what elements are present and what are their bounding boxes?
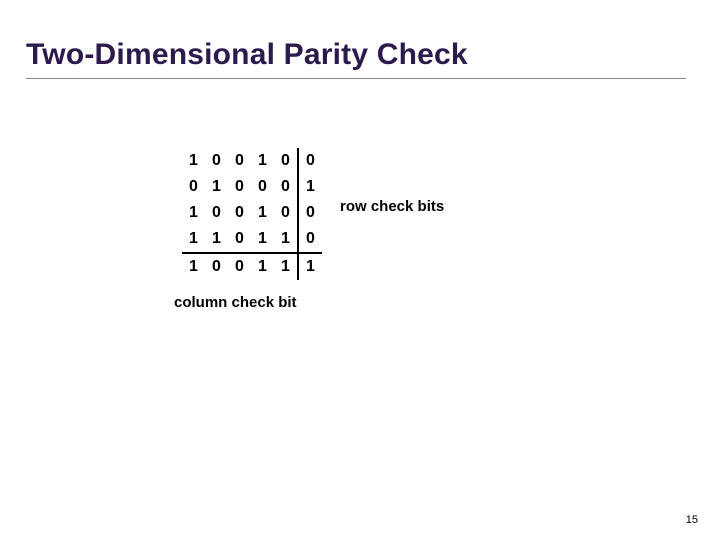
data-cell: 0 bbox=[274, 174, 298, 200]
table-row: 0 1 0 0 0 1 bbox=[182, 174, 322, 200]
data-cell: 1 bbox=[251, 148, 274, 174]
data-cell: 0 bbox=[228, 200, 251, 226]
parity-table: 1 0 0 1 0 0 0 1 0 0 0 1 1 0 0 1 0 0 1 1 … bbox=[182, 148, 322, 280]
data-cell: 0 bbox=[251, 174, 274, 200]
corner-parity-cell: 1 bbox=[298, 253, 322, 280]
column-check-label: column check bit bbox=[174, 294, 297, 311]
parity-grid: 1 0 0 1 0 0 0 1 0 0 0 1 1 0 0 1 0 0 1 1 … bbox=[182, 148, 322, 280]
data-cell: 1 bbox=[251, 226, 274, 253]
data-cell: 0 bbox=[205, 200, 228, 226]
title-underline bbox=[26, 78, 686, 79]
data-cell: 0 bbox=[274, 148, 298, 174]
table-row: 1 1 0 1 1 0 bbox=[182, 226, 322, 253]
data-cell: 1 bbox=[274, 226, 298, 253]
data-cell: 0 bbox=[228, 226, 251, 253]
row-parity-cell: 0 bbox=[298, 148, 322, 174]
col-parity-cell: 1 bbox=[274, 253, 298, 280]
table-row: 1 0 0 1 0 0 bbox=[182, 200, 322, 226]
data-cell: 0 bbox=[228, 148, 251, 174]
data-cell: 1 bbox=[251, 200, 274, 226]
data-cell: 1 bbox=[182, 148, 205, 174]
data-cell: 0 bbox=[274, 200, 298, 226]
col-parity-cell: 0 bbox=[228, 253, 251, 280]
col-parity-cell: 0 bbox=[205, 253, 228, 280]
data-cell: 0 bbox=[205, 148, 228, 174]
table-row: 1 0 0 1 0 0 bbox=[182, 148, 322, 174]
title-block: Two-Dimensional Parity Check bbox=[26, 38, 686, 79]
row-parity-cell: 1 bbox=[298, 174, 322, 200]
col-parity-cell: 1 bbox=[251, 253, 274, 280]
data-cell: 1 bbox=[205, 174, 228, 200]
col-parity-cell: 1 bbox=[182, 253, 205, 280]
data-cell: 0 bbox=[182, 174, 205, 200]
data-cell: 1 bbox=[182, 200, 205, 226]
row-parity-cell: 0 bbox=[298, 226, 322, 253]
row-check-label: row check bits bbox=[340, 198, 444, 215]
data-cell: 0 bbox=[228, 174, 251, 200]
column-parity-row: 1 0 0 1 1 1 bbox=[182, 253, 322, 280]
slide-number: 15 bbox=[686, 514, 698, 526]
page-title: Two-Dimensional Parity Check bbox=[26, 38, 686, 72]
row-parity-cell: 0 bbox=[298, 200, 322, 226]
data-cell: 1 bbox=[182, 226, 205, 253]
data-cell: 1 bbox=[205, 226, 228, 253]
